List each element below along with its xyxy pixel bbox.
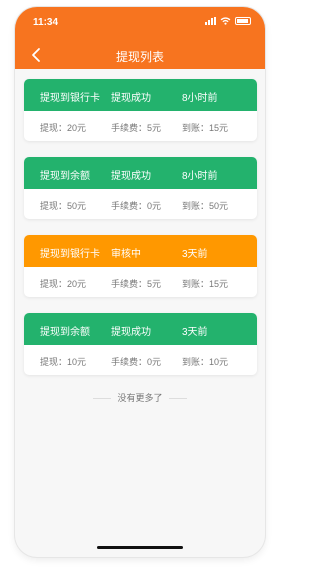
withdrawal-type: 提现到银行卡 — [40, 93, 100, 104]
wifi-icon — [220, 17, 231, 25]
card-details: 提现：10元 手续费：0元 到账：10元 — [24, 345, 257, 375]
withdrawal-amount: 提现：20元 — [40, 279, 87, 289]
withdrawal-fee: 手续费：5元 — [111, 279, 162, 289]
withdrawal-status: 提现成功 — [111, 327, 151, 338]
withdrawal-amount: 提现：50元 — [40, 201, 87, 211]
status-icons — [205, 17, 251, 25]
withdrawal-time: 3天前 — [182, 327, 208, 338]
withdrawal-status: 提现成功 — [111, 171, 151, 182]
header-bar: 11:34 提现列表 — [15, 7, 265, 69]
battery-icon — [235, 17, 251, 25]
withdrawal-card[interactable]: 提现到银行卡 审核中 3天前 提现：20元 手续费：5元 到账：15元 — [24, 235, 257, 297]
withdrawal-status: 提现成功 — [111, 93, 151, 104]
card-header: 提现到余额 提现成功 3天前 — [24, 313, 257, 345]
withdrawal-received: 到账：15元 — [182, 279, 229, 289]
card-header: 提现到银行卡 审核中 3天前 — [24, 235, 257, 267]
phone-screen: 11:34 提现列表 提现到银行卡 提现成功 8小时前 提现：20元 手续费：5… — [15, 7, 265, 557]
withdrawal-time: 3天前 — [182, 249, 208, 260]
withdrawal-time: 8小时前 — [182, 171, 218, 182]
withdrawal-type: 提现到银行卡 — [40, 249, 100, 260]
withdrawal-fee: 手续费：0元 — [111, 201, 162, 211]
withdrawal-fee: 手续费：5元 — [111, 123, 162, 133]
withdrawal-time: 8小时前 — [182, 93, 218, 104]
navigation-bar: 提现列表 — [15, 45, 265, 65]
page-title: 提现列表 — [115, 50, 164, 64]
card-details: 提现：20元 手续费：5元 到账：15元 — [24, 267, 257, 297]
withdrawal-fee: 手续费：0元 — [111, 357, 162, 367]
withdrawal-amount: 提现：10元 — [40, 357, 87, 367]
withdrawal-type: 提现到余额 — [40, 327, 90, 338]
withdrawal-received: 到账：50元 — [182, 201, 229, 211]
withdrawal-amount: 提现：20元 — [40, 123, 87, 133]
withdrawal-card[interactable]: 提现到银行卡 提现成功 8小时前 提现：20元 手续费：5元 到账：15元 — [24, 79, 257, 141]
card-details: 提现：20元 手续费：5元 到账：15元 — [24, 111, 257, 141]
card-details: 提现：50元 手续费：0元 到账：50元 — [24, 189, 257, 219]
status-time: 11:34 — [33, 17, 59, 28]
no-more-text: 没有更多了 — [15, 391, 265, 404]
status-bar: 11:34 — [15, 7, 265, 35]
withdrawal-received: 到账：15元 — [182, 123, 229, 133]
signal-icon — [205, 17, 216, 25]
home-indicator[interactable] — [97, 546, 183, 549]
withdrawal-type: 提现到余额 — [40, 171, 90, 182]
card-header: 提现到余额 提现成功 8小时前 — [24, 157, 257, 189]
withdrawal-status: 审核中 — [111, 249, 141, 260]
card-header: 提现到银行卡 提现成功 8小时前 — [24, 79, 257, 111]
withdrawal-received: 到账：10元 — [182, 357, 229, 367]
withdrawal-card[interactable]: 提现到余额 提现成功 3天前 提现：10元 手续费：0元 到账：10元 — [24, 313, 257, 375]
withdrawal-card[interactable]: 提现到余额 提现成功 8小时前 提现：50元 手续费：0元 到账：50元 — [24, 157, 257, 219]
